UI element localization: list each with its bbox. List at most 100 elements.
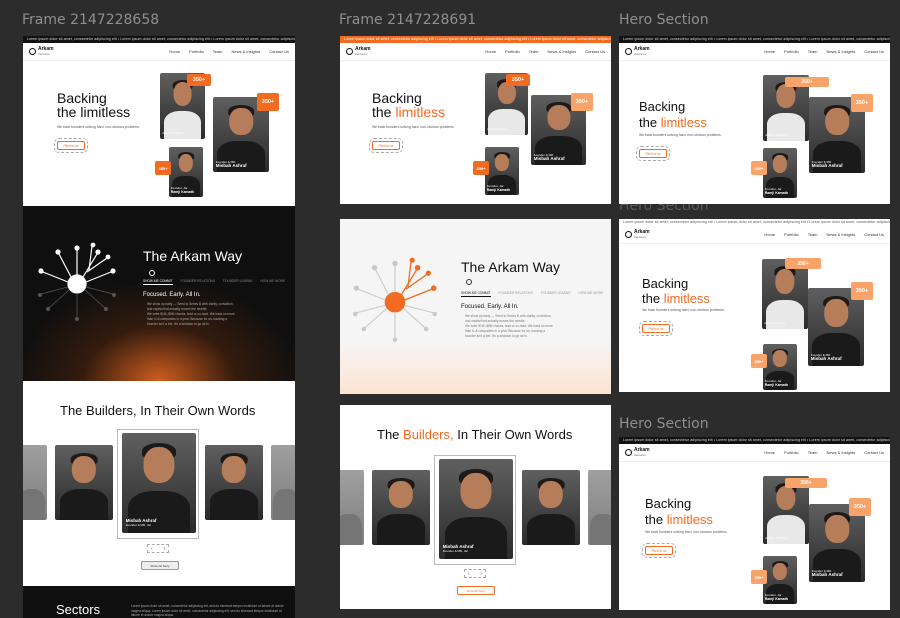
- nav-home[interactable]: Home: [764, 49, 775, 54]
- frame-b-builders[interactable]: The Builders, In Their Own Words Misbah …: [340, 405, 611, 609]
- pitch-button[interactable]: Pitch to us: [369, 138, 403, 153]
- frame-label-b[interactable]: Frame 2147228691: [339, 12, 476, 28]
- nav-portfolio[interactable]: Portfolio: [505, 49, 520, 54]
- chevron-left-icon[interactable]: ‹: [468, 571, 470, 577]
- nav-contact[interactable]: Contact Us: [585, 49, 605, 54]
- nav-contact[interactable]: Contact Us: [269, 49, 289, 54]
- story-card-edge-left[interactable]: [340, 470, 364, 545]
- logo-name: Arkam: [634, 446, 650, 453]
- starburst-icon: [352, 257, 438, 343]
- frame-label-a[interactable]: Frame 2147228658: [22, 12, 159, 28]
- stat-badge-small: 350+: [473, 161, 489, 175]
- chevron-left-icon[interactable]: ‹: [151, 546, 153, 552]
- pitch-button[interactable]: Pitch to us: [639, 321, 673, 336]
- pitch-button[interactable]: Pitch to us: [636, 146, 670, 161]
- tab-how-we-work[interactable]: HOW WE WORK: [260, 279, 285, 285]
- story-card-edge-right[interactable]: [271, 445, 295, 520]
- stat-badge-small: 350+: [751, 354, 767, 368]
- person-card-3[interactable]: Founder, Jar Ramji Kamath: [763, 148, 797, 198]
- frame-label-hero-1[interactable]: Hero Section: [619, 12, 709, 28]
- logo-icon: [346, 48, 353, 55]
- carousel-pager[interactable]: ‹ ›: [464, 569, 486, 578]
- tab-founder-learns[interactable]: FOUNDER LEARNS: [223, 279, 252, 285]
- chevron-right-icon[interactable]: ›: [480, 571, 482, 577]
- tab-founder-learns[interactable]: FOUNDER LEARNS: [541, 291, 570, 297]
- hero-section: Backing the limitless We back founders so…: [619, 462, 890, 610]
- story-card[interactable]: [55, 445, 113, 520]
- nav-contact[interactable]: Contact Us: [864, 49, 884, 54]
- frame-a[interactable]: Lorem ipsum dolor sit amet, consectetur …: [23, 36, 295, 618]
- logo-icon: [625, 48, 632, 55]
- show-all-story-button[interactable]: Show All Story: [457, 586, 495, 595]
- person-card-1[interactable]: Ajinkya Kulkarni: [762, 259, 808, 329]
- story-card[interactable]: [372, 470, 430, 545]
- navbar: Arkam Ventures Home Portfolio Team News &…: [340, 43, 611, 61]
- tab-show-me-commit[interactable]: SHOW-ME COMMIT: [143, 279, 173, 285]
- stat-badge-big: 350+: [187, 74, 211, 86]
- person-card-3[interactable]: Founder, Jar Ramji Kamath: [169, 147, 203, 197]
- nav-home[interactable]: Home: [764, 232, 775, 237]
- logo[interactable]: Arkam Ventures: [625, 46, 650, 57]
- logo[interactable]: Arkam Ventures: [625, 229, 650, 240]
- logo[interactable]: Arkam Ventures: [29, 45, 54, 57]
- tab-how-we-work[interactable]: HOW WE WORK: [578, 291, 603, 297]
- stat-badge-big: 350+: [785, 478, 827, 488]
- nav-home[interactable]: Home: [169, 49, 180, 54]
- hero-subtitle: We back founders solving hard, non-obvio…: [639, 133, 722, 137]
- story-card[interactable]: [522, 470, 580, 545]
- nav-home[interactable]: Home: [764, 450, 775, 455]
- logo-name: Arkam: [38, 45, 54, 52]
- story-card-edge-left[interactable]: [23, 445, 47, 520]
- nav-contact[interactable]: Contact Us: [864, 450, 884, 455]
- nav-team[interactable]: Team: [213, 49, 223, 54]
- nav-portfolio[interactable]: Portfolio: [189, 49, 204, 54]
- hero-section: Backing the limitless We back founders so…: [619, 244, 890, 392]
- story-card-featured[interactable]: Misbah Ashraf Founder & MD, Jar: [122, 433, 196, 533]
- logo[interactable]: Arkam Ventures: [625, 446, 650, 458]
- clock-icon: [466, 279, 472, 285]
- pitch-button[interactable]: Pitch to us: [54, 138, 88, 153]
- carousel-pager[interactable]: ‹ ›: [147, 544, 169, 553]
- logo-name: Arkam: [355, 45, 371, 52]
- nav-team[interactable]: Team: [808, 49, 818, 54]
- hero-frame-2[interactable]: Lorem ipsum dolor sit amet, consectetur …: [619, 219, 890, 392]
- nav-contact[interactable]: Contact Us: [864, 232, 884, 237]
- navbar: Arkam Ventures Home Portfolio Team News &…: [619, 444, 890, 462]
- pitch-button[interactable]: Pitch to us: [642, 543, 676, 558]
- show-all-story-button[interactable]: Show All Story: [141, 561, 179, 570]
- person-card-3[interactable]: Founder, Jar Ramji Kamath: [485, 147, 519, 195]
- nav-portfolio[interactable]: Portfolio: [784, 232, 799, 237]
- nav-news[interactable]: News & Insights: [232, 49, 261, 54]
- nav-team[interactable]: Team: [808, 232, 818, 237]
- hero-subtitle: We back founders solving hard, non-obvio…: [372, 125, 455, 129]
- hero-frame-3[interactable]: Lorem ipsum dolor sit amet, consectetur …: [619, 437, 890, 610]
- logo-sub: Ventures: [355, 51, 367, 56]
- hero-frame-1[interactable]: Lorem ipsum dolor sit amet, consectetur …: [619, 36, 890, 204]
- frame-b-arkam-way[interactable]: The Arkam Way SHOW-ME COMMIT FOUNDER REL…: [340, 219, 611, 394]
- tab-founder-relations[interactable]: FOUNDER RELATIONS: [181, 279, 215, 285]
- nav-news[interactable]: News & Insights: [548, 49, 577, 54]
- nav-news[interactable]: News & Insights: [827, 232, 856, 237]
- frame-b-hero[interactable]: Lorem ipsum dolor sit amet, consectetur …: [340, 36, 611, 204]
- tab-founder-relations[interactable]: FOUNDER RELATIONS: [499, 291, 533, 297]
- nav-team[interactable]: Team: [529, 49, 539, 54]
- chevron-right-icon[interactable]: ›: [163, 546, 165, 552]
- nav-portfolio[interactable]: Portfolio: [784, 450, 799, 455]
- nav-news[interactable]: News & Insights: [827, 450, 856, 455]
- nav-home[interactable]: Home: [485, 49, 496, 54]
- way-title: The Arkam Way: [461, 259, 561, 275]
- story-card[interactable]: [205, 445, 263, 520]
- navbar: Arkam Ventures Home Portfolio Team News &…: [23, 43, 295, 61]
- logo[interactable]: Arkam Ventures: [346, 45, 371, 57]
- person-card-3[interactable]: Founder, Jar Ramji Kamath: [763, 556, 797, 604]
- tab-show-me-commit[interactable]: SHOW-ME COMMIT: [461, 291, 491, 297]
- logo-sub: Ventures: [38, 51, 50, 56]
- frame-label-hero-3[interactable]: Hero Section: [619, 416, 709, 432]
- nav-news[interactable]: News & Insights: [827, 49, 856, 54]
- nav-portfolio[interactable]: Portfolio: [784, 49, 799, 54]
- story-card-edge-right[interactable]: [588, 470, 611, 545]
- person-card-3[interactable]: Founder, Jar Ramji Kamath: [763, 344, 797, 390]
- story-card-featured[interactable]: Misbah Ashraf Founder & MD, Jar: [439, 459, 513, 559]
- way-bullets: We show up early — Seed to Series B with…: [147, 302, 235, 326]
- nav-team[interactable]: Team: [808, 450, 818, 455]
